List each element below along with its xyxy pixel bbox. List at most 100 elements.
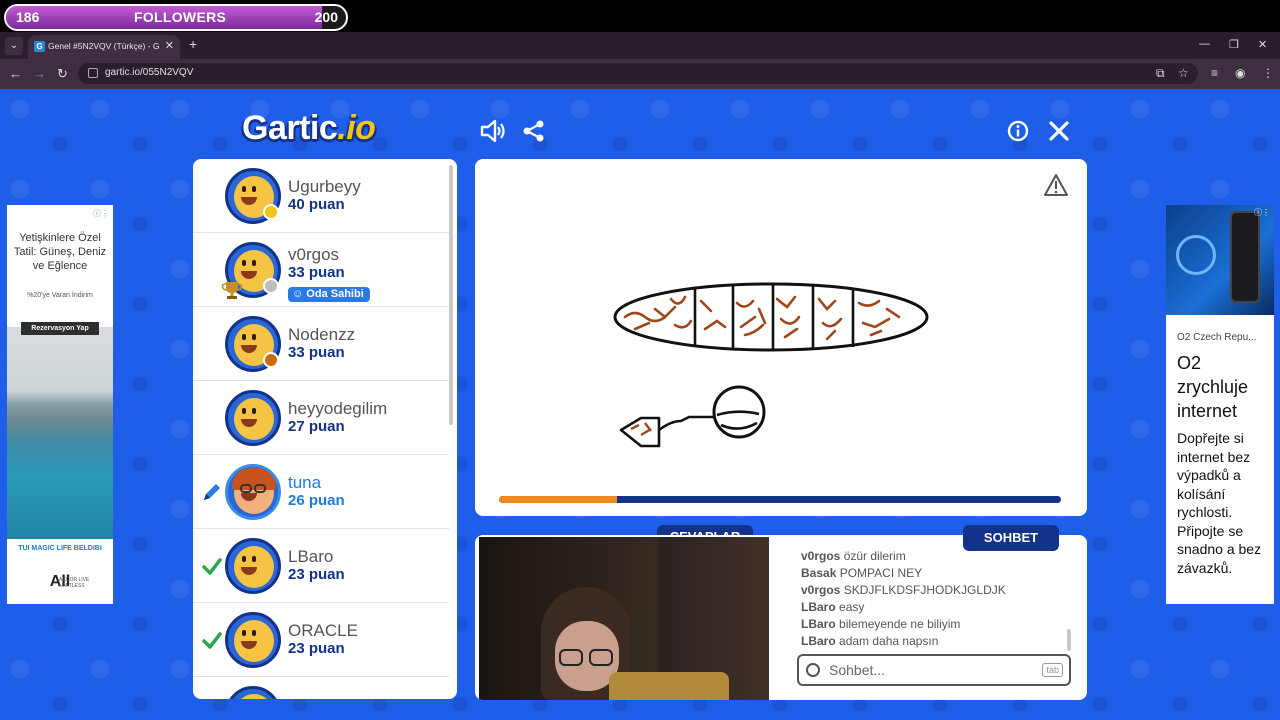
chat-message: LBaro adam daha napsın xyxy=(801,634,938,648)
chat-tab[interactable]: SOHBET xyxy=(963,525,1059,551)
pencil-icon xyxy=(204,484,220,500)
player-name: tuna xyxy=(288,473,322,492)
chat-username: v0rgos xyxy=(801,549,841,563)
chat-message: LBaro bilemeyende ne biliyim xyxy=(801,617,960,631)
player-score: 33 puan xyxy=(288,264,345,281)
url-text: gartic.io/055N2VQV xyxy=(105,67,194,78)
followers-goal: 200 xyxy=(314,9,338,25)
address-bar[interactable]: gartic.io/055N2VQV xyxy=(78,63,1198,84)
followers-goal-bar: 186 FOLLOWERS 200 xyxy=(4,4,348,31)
player-row[interactable]: Nodenzz 33 puan xyxy=(193,307,449,381)
bookmark-star-icon[interactable]: ☆ xyxy=(1178,66,1189,80)
browser-tab[interactable]: G Genel #5N2VQV (Türkçe) - Gartic.io ✕ xyxy=(28,35,180,59)
chat-username: LBaro xyxy=(801,600,836,614)
chat-text: adam daha napsın xyxy=(839,634,939,648)
player-name: Ugurbeyy xyxy=(288,177,361,196)
chat-username: LBaro xyxy=(801,617,836,631)
right-ad-banner[interactable]: ⓘ⋮ O2 Czech Repu... O2 zrychluje interne… xyxy=(1166,205,1274,604)
ad-info-icon[interactable]: ⓘ⋮ xyxy=(1254,207,1270,218)
tab-title: Genel #5N2VQV (Türkçe) - Gartic.io xyxy=(48,41,160,51)
player-row[interactable]: heyyodegilim 27 puan xyxy=(193,381,449,455)
ad-subtext: %20'ye Varan İndirim xyxy=(27,292,93,299)
webcam-person-shirt xyxy=(609,672,729,700)
ad-device-image xyxy=(1230,211,1260,303)
close-game-icon[interactable] xyxy=(1048,120,1070,142)
reload-icon[interactable]: ↻ xyxy=(57,66,68,82)
chat-message: v0rgos SKDJFLKDSFJHODKJGLDJK xyxy=(801,583,1006,597)
install-app-icon[interactable]: ⧉ xyxy=(1156,66,1165,81)
sound-icon[interactable] xyxy=(480,119,506,143)
trophy-icon xyxy=(221,282,243,299)
checkmark-icon xyxy=(202,632,222,649)
round-timer-bar xyxy=(499,496,1061,503)
player-name: Nodenzz xyxy=(288,325,356,344)
chat-text: özür dilerim xyxy=(843,549,906,563)
player-row[interactable]: v0rgos 33 puan ☺ Oda Sahibi xyxy=(193,233,449,307)
player-avatar xyxy=(225,538,281,594)
chat-username: v0rgos xyxy=(801,583,841,597)
player-score: 23 puan xyxy=(288,640,345,657)
player-row[interactable]: ORACLE 23 puan xyxy=(193,603,449,677)
profile-icon[interactable]: ◉ xyxy=(1235,66,1245,80)
player-avatar xyxy=(225,390,281,446)
chat-text: POMPACI NEY xyxy=(839,566,923,580)
left-ad-banner[interactable]: ⓘ⋮ Yetişkinlere Özel Tatil: Güneş, Deniz… xyxy=(7,205,113,604)
checkmark-icon xyxy=(202,558,222,575)
followers-count: 186 xyxy=(16,9,40,25)
minimize-icon[interactable]: — xyxy=(1199,38,1210,50)
chat-message: LBaro easy xyxy=(801,600,864,614)
player-avatar xyxy=(225,686,281,699)
gartic-favicon-icon: G xyxy=(34,41,45,52)
player-score: 26 puan xyxy=(288,492,345,509)
ad-source: O2 Czech Repu... xyxy=(1177,332,1257,343)
tab-close-icon[interactable]: ✕ xyxy=(165,39,174,52)
share-icon[interactable] xyxy=(522,119,546,143)
players-scrollbar[interactable] xyxy=(449,165,453,425)
player-row[interactable]: Ugurbeyy 40 puan xyxy=(193,159,449,233)
window-close-icon[interactable]: ✕ xyxy=(1258,38,1267,51)
info-icon[interactable] xyxy=(1007,120,1029,142)
forward-arrow-icon[interactable]: → xyxy=(33,66,46,81)
chat-messages: v0rgos özür dilerim Basak POMPACI NEY v0rg… xyxy=(801,549,1071,651)
player-row[interactable]: tuna 26 puan xyxy=(193,455,449,529)
player-avatar xyxy=(225,464,281,520)
chat-username: Basak xyxy=(801,566,837,580)
followers-label: FOLLOWERS xyxy=(134,9,227,25)
ad-brand-all-sub: ACCOR LIVE LIMITLESS xyxy=(59,577,90,589)
ad-headline: Yetişkinlere Özel Tatil: Güneş, Deniz ve… xyxy=(13,232,107,272)
tab-search-chevron-icon[interactable]: ⌄ xyxy=(5,37,23,55)
player-row-partial[interactable] xyxy=(193,677,449,699)
webcam-glasses-right xyxy=(589,649,613,666)
chat-text: SKDJFLKDSFJHODKJGLDJK xyxy=(843,583,1006,597)
chat-search-icon xyxy=(806,663,820,677)
ad-product-image: ⓘ⋮ xyxy=(1166,205,1274,315)
player-name: v0rgos xyxy=(288,245,340,264)
back-arrow-icon[interactable]: ← xyxy=(9,66,22,81)
chat-message: Basak POMPACI NEY xyxy=(801,566,922,580)
chat-scrollbar[interactable] xyxy=(1067,629,1071,651)
chat-username: LBaro xyxy=(801,634,836,648)
browser-menu-icon[interactable]: ⋮ xyxy=(1262,66,1274,80)
restore-icon[interactable]: ❐ xyxy=(1229,38,1239,51)
chat-input[interactable] xyxy=(829,660,1029,680)
site-info-icon[interactable] xyxy=(88,68,98,78)
screen: 186 FOLLOWERS 200 ⌄ G Genel #5N2VQV (Tür… xyxy=(0,0,1280,720)
player-name: ORACLE xyxy=(288,621,358,640)
drawing-canvas[interactable] xyxy=(475,159,1087,516)
player-score: 27 puan xyxy=(288,418,345,435)
tab-shortcut-hint: tab xyxy=(1042,663,1063,677)
ad-info-icon[interactable]: ⓘ⋮ xyxy=(93,208,109,219)
webcam-overlay xyxy=(479,537,769,700)
player-status-dot xyxy=(263,204,279,220)
ad-brand-tui: TUI MAGIC LIFE BELDIBI xyxy=(18,545,102,552)
player-avatar xyxy=(225,612,281,668)
player-name: heyyodegilim xyxy=(288,399,388,418)
media-control-icon[interactable]: ≡ xyxy=(1211,66,1218,80)
new-tab-plus-icon[interactable]: + xyxy=(189,36,197,52)
ad-reservation-button[interactable]: Rezervasyon Yap xyxy=(21,322,99,335)
chat-input-box[interactable]: tab xyxy=(797,654,1071,686)
round-timer-fill xyxy=(499,496,618,503)
player-drawing xyxy=(613,282,929,448)
player-row[interactable]: LBaro 23 puan xyxy=(193,529,449,603)
gartic-page: Gartic.io ⓘ⋮ Yetişkinlere Özel Tatil: Gü… xyxy=(0,89,1280,720)
